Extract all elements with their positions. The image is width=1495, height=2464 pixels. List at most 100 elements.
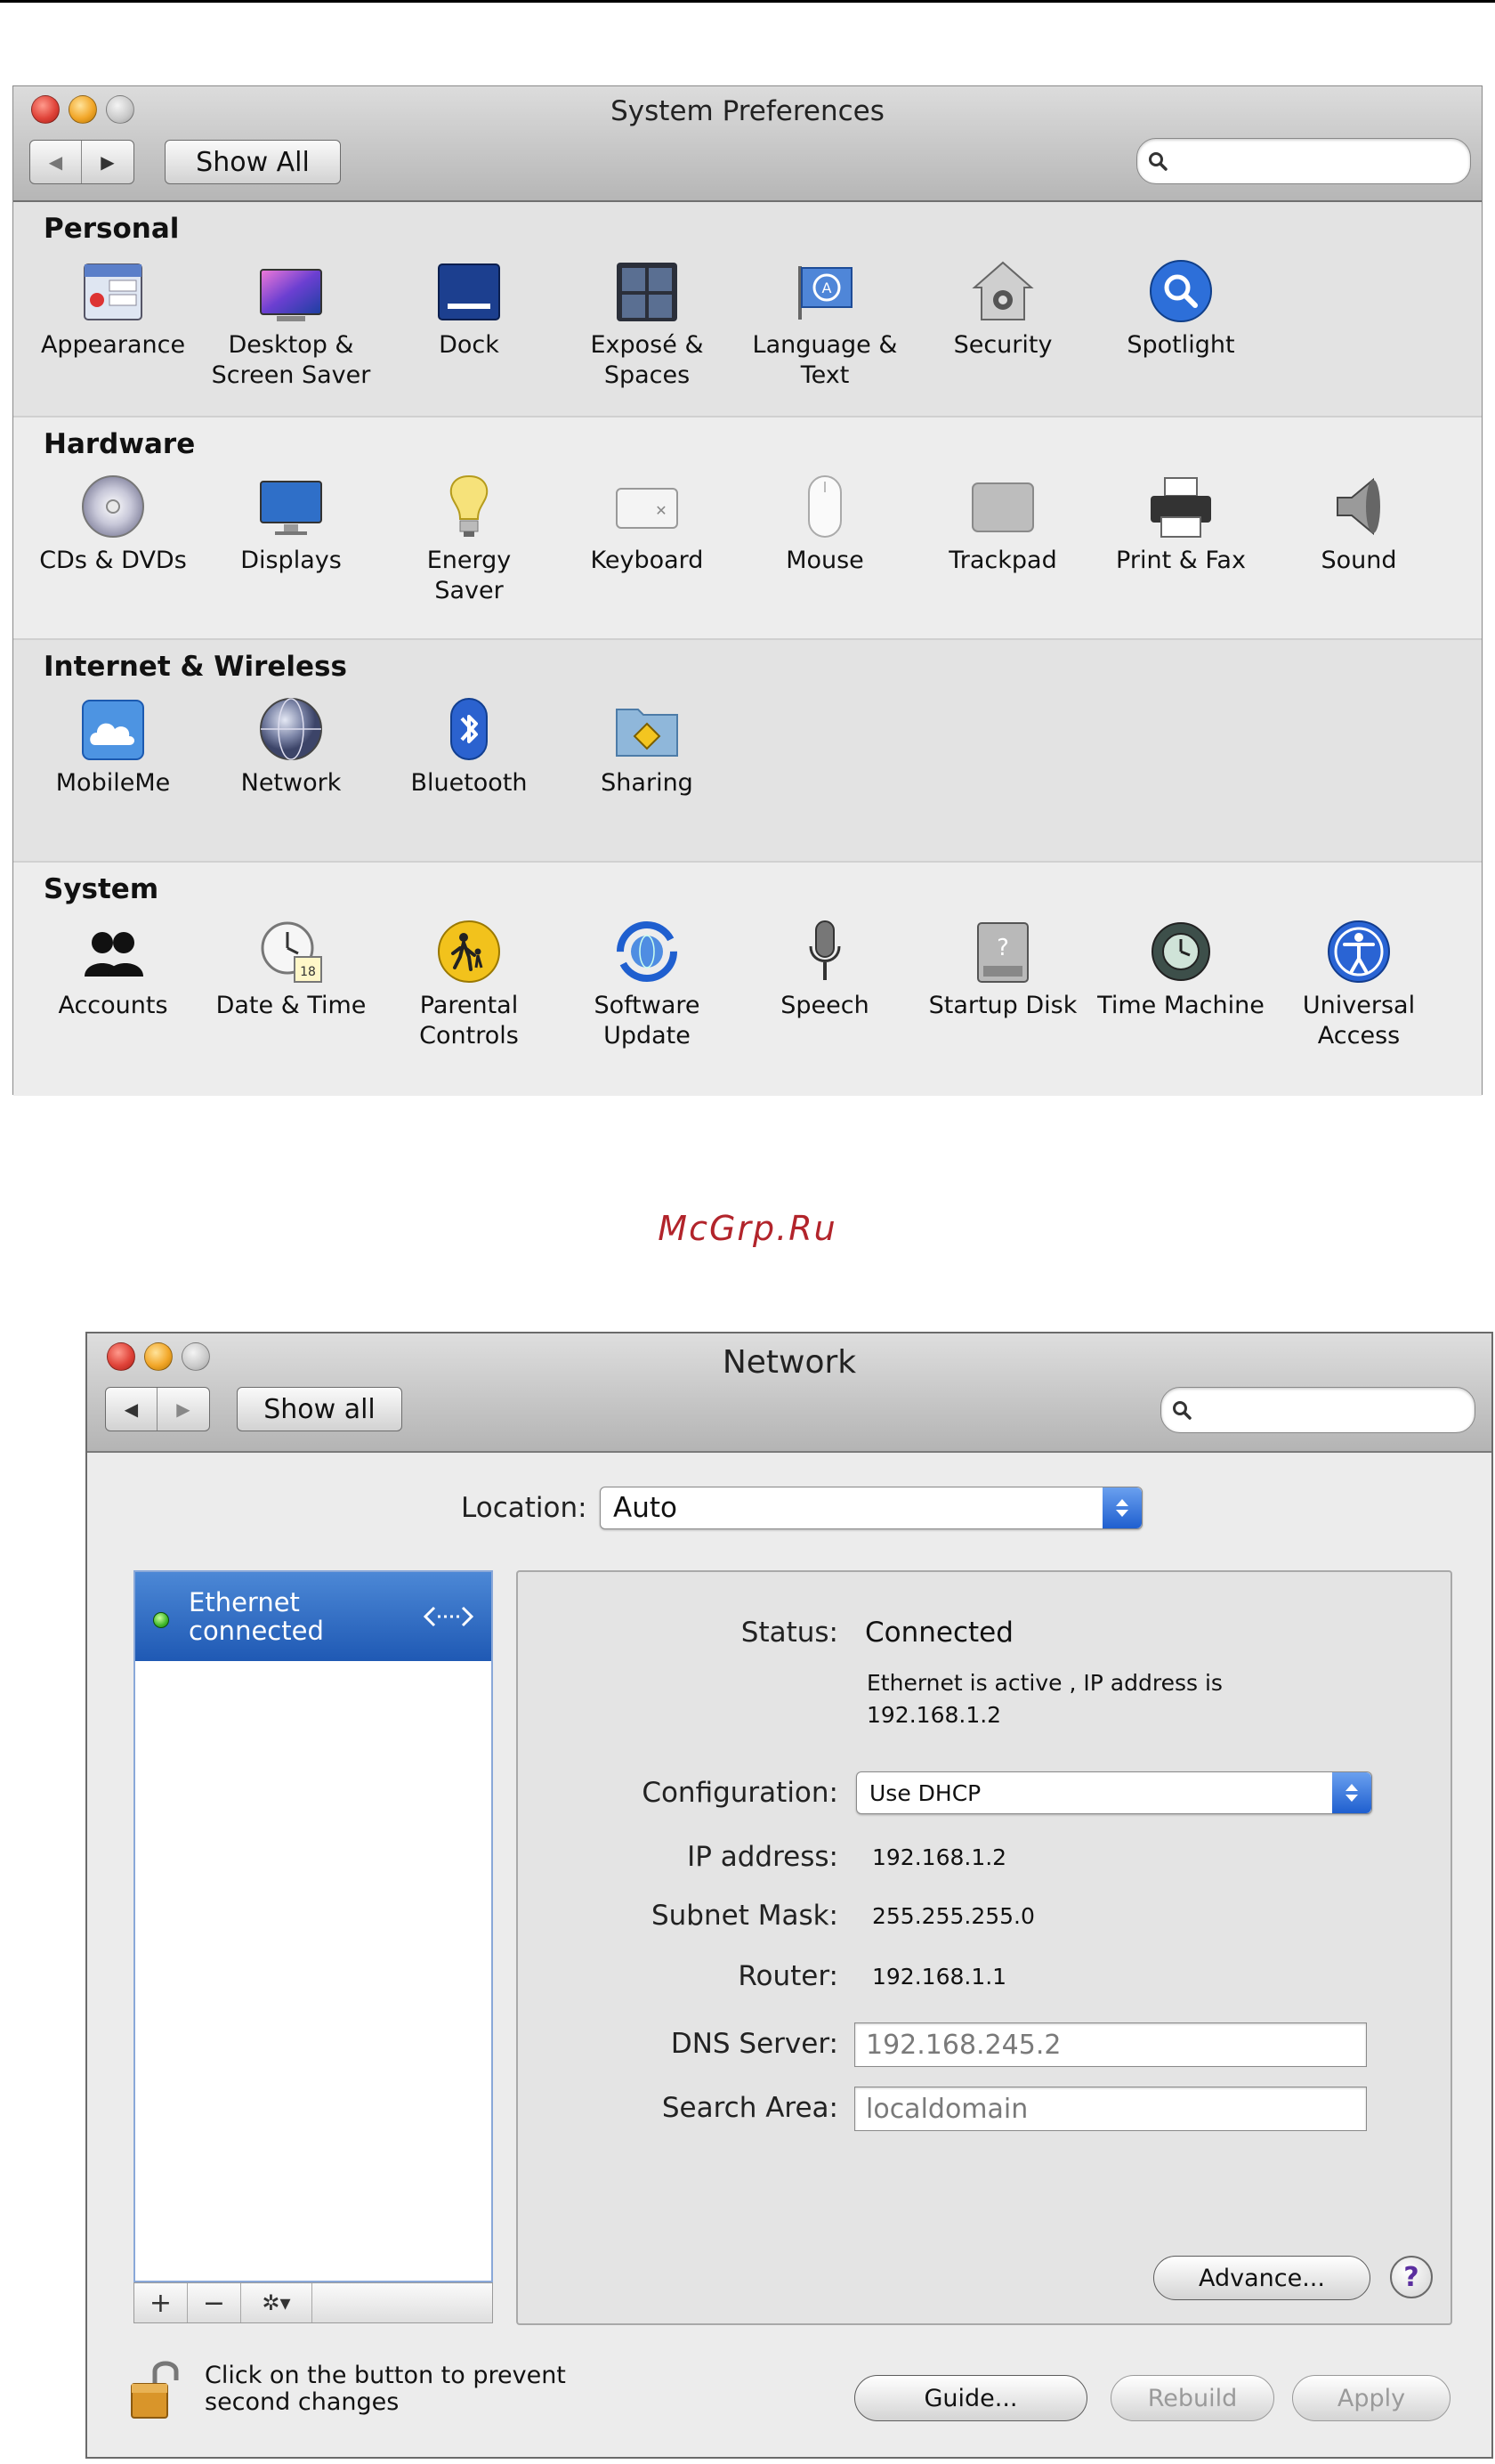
pane-label: Appearance xyxy=(40,331,186,359)
network-window-title: Network xyxy=(722,1344,857,1381)
pane-spotlight[interactable]: Spotlight xyxy=(1092,257,1270,361)
pane-network[interactable]: Network xyxy=(202,695,380,798)
pane-desktop-screen-saver[interactable]: Desktop & Screen Saver xyxy=(202,257,380,391)
pane-parental-controls[interactable]: Parental Controls xyxy=(380,918,558,1051)
pane-mobileme[interactable]: MobileMe xyxy=(24,695,202,798)
pane-label: Security xyxy=(953,331,1053,359)
pane-label: Trackpad xyxy=(949,547,1057,574)
gear-icon[interactable]: ✲▾ xyxy=(241,2283,312,2322)
cds-dvds-icon xyxy=(79,473,147,540)
search-icon xyxy=(1173,1401,1192,1420)
pane-sharing[interactable]: Sharing xyxy=(558,695,736,798)
pane-accounts[interactable]: Accounts xyxy=(24,918,202,1021)
service-item-ethernet[interactable]: Ethernet connected xyxy=(135,1572,491,1661)
section-title: Personal xyxy=(44,213,180,245)
accounts-icon xyxy=(79,918,147,985)
service-list[interactable]: Ethernet connected xyxy=(133,1570,493,2282)
svg-text:A: A xyxy=(822,280,832,296)
pane-mouse[interactable]: Mouse xyxy=(736,473,914,576)
subnet-mask-label: Subnet Mask: xyxy=(651,1900,838,1932)
add-service-button[interactable]: + xyxy=(134,2283,188,2322)
pane-software-update[interactable]: Software Update xyxy=(558,918,736,1051)
help-button[interactable]: ? xyxy=(1390,2256,1433,2298)
lock-text-line1: Click on the button to prevent xyxy=(205,2362,566,2389)
sp-search-field[interactable] xyxy=(1136,138,1471,184)
status-value: Connected xyxy=(865,1617,1014,1649)
section-internet-wireless: Internet & Wireless MobileMe Network Blu… xyxy=(13,640,1482,863)
network-forward-button[interactable]: ▶ xyxy=(158,1388,209,1431)
network-back-button[interactable]: ◀ xyxy=(106,1388,158,1431)
speech-icon xyxy=(791,918,859,985)
pane-label: Sound xyxy=(1321,547,1397,574)
popup-arrows-icon xyxy=(1103,1487,1142,1528)
pane-cds-dvds[interactable]: CDs & DVDs xyxy=(24,473,202,576)
router-value: 192.168.1.1 xyxy=(872,1964,1007,1990)
ip-address-value: 192.168.1.2 xyxy=(872,1844,1007,1870)
pane-displays[interactable]: Displays xyxy=(202,473,380,576)
pane-label: Speech xyxy=(780,992,869,1019)
top-rule xyxy=(0,0,1495,3)
search-area-field[interactable]: localdomain xyxy=(854,2087,1367,2131)
pane-appearance[interactable]: Appearance xyxy=(24,257,202,361)
spotlight-icon xyxy=(1147,257,1215,325)
network-show-all-button[interactable]: Show all xyxy=(237,1387,402,1431)
energy-saver-icon xyxy=(435,473,503,540)
desktop-screensaver-icon xyxy=(257,257,325,325)
pane-dock[interactable]: Dock xyxy=(380,257,558,361)
pane-label: Parental Controls xyxy=(419,992,519,1050)
pane-time-machine[interactable]: Time Machine xyxy=(1092,918,1270,1021)
displays-icon xyxy=(257,473,325,540)
pane-label: Energy Saver xyxy=(426,547,512,604)
pane-label: CDs & DVDs xyxy=(39,547,187,574)
pane-security[interactable]: Security xyxy=(914,257,1092,361)
network-search-field[interactable] xyxy=(1160,1387,1475,1433)
pane-sound[interactable]: Sound xyxy=(1270,473,1448,576)
pane-language-text[interactable]: A Language & Text xyxy=(736,257,914,391)
sp-toolbar: System Preferences ◀ ▶ Show All xyxy=(13,86,1482,202)
mobileme-icon xyxy=(79,695,147,763)
sp-show-all-button[interactable]: Show All xyxy=(165,140,341,184)
pane-print-fax[interactable]: Print & Fax xyxy=(1092,473,1270,576)
remove-service-button[interactable]: − xyxy=(188,2283,241,2322)
pane-expose-spaces[interactable]: Exposé & Spaces xyxy=(558,257,736,391)
service-status: connected xyxy=(189,1616,324,1646)
pane-energy-saver[interactable]: Energy Saver xyxy=(380,473,558,606)
pane-label: Keyboard xyxy=(590,547,704,574)
section-title: Hardware xyxy=(44,428,196,460)
pane-label: Date & Time xyxy=(215,992,367,1019)
pane-trackpad[interactable]: Trackpad xyxy=(914,473,1092,576)
watermark-text: McGrp.Ru xyxy=(658,1209,837,1248)
print-fax-icon xyxy=(1147,473,1215,540)
router-label: Router: xyxy=(738,1960,838,1992)
rebuild-button[interactable]: Rebuild xyxy=(1111,2375,1274,2421)
sp-forward-button[interactable]: ▶ xyxy=(82,141,133,183)
pane-label: Accounts xyxy=(58,992,168,1019)
advance-button[interactable]: Advance... xyxy=(1153,2256,1370,2300)
lock-icon[interactable] xyxy=(128,2355,187,2423)
dns-server-field[interactable]: 192.168.245.2 xyxy=(854,2022,1367,2067)
configuration-value: Use DHCP xyxy=(869,1779,982,1806)
location-popup[interactable]: Auto xyxy=(600,1487,1143,1529)
network-detail-panel: Status: Connected Ethernet is active , I… xyxy=(516,1570,1452,2325)
guide-button[interactable]: Guide... xyxy=(854,2375,1087,2421)
search-area-label: Search Area: xyxy=(661,2092,838,2124)
configuration-popup[interactable]: Use DHCP xyxy=(856,1771,1372,1814)
sp-back-button[interactable]: ◀ xyxy=(30,141,82,183)
pane-universal-access[interactable]: Universal Access xyxy=(1270,918,1448,1051)
dock-icon xyxy=(435,257,503,325)
pane-label: Print & Fax xyxy=(1116,547,1246,574)
page: System Preferences ◀ ▶ Show All Personal… xyxy=(0,0,1495,2464)
pane-label: Exposé & Spaces xyxy=(590,331,704,389)
language-text-icon: A xyxy=(791,257,859,325)
network-icon xyxy=(257,695,325,763)
status-dot-icon xyxy=(153,1612,169,1628)
apply-button[interactable]: Apply xyxy=(1292,2375,1451,2421)
service-name: Ethernet xyxy=(189,1587,300,1617)
pane-bluetooth[interactable]: Bluetooth xyxy=(380,695,558,798)
pane-speech[interactable]: Speech xyxy=(736,918,914,1021)
pane-startup-disk[interactable]: ? Startup Disk xyxy=(914,918,1092,1021)
pane-label: Time Machine xyxy=(1097,992,1265,1019)
pane-label: Spotlight xyxy=(1127,331,1235,359)
pane-date-time[interactable]: 18 Date & Time xyxy=(202,918,380,1021)
pane-keyboard[interactable]: ✕ Keyboard xyxy=(558,473,736,576)
